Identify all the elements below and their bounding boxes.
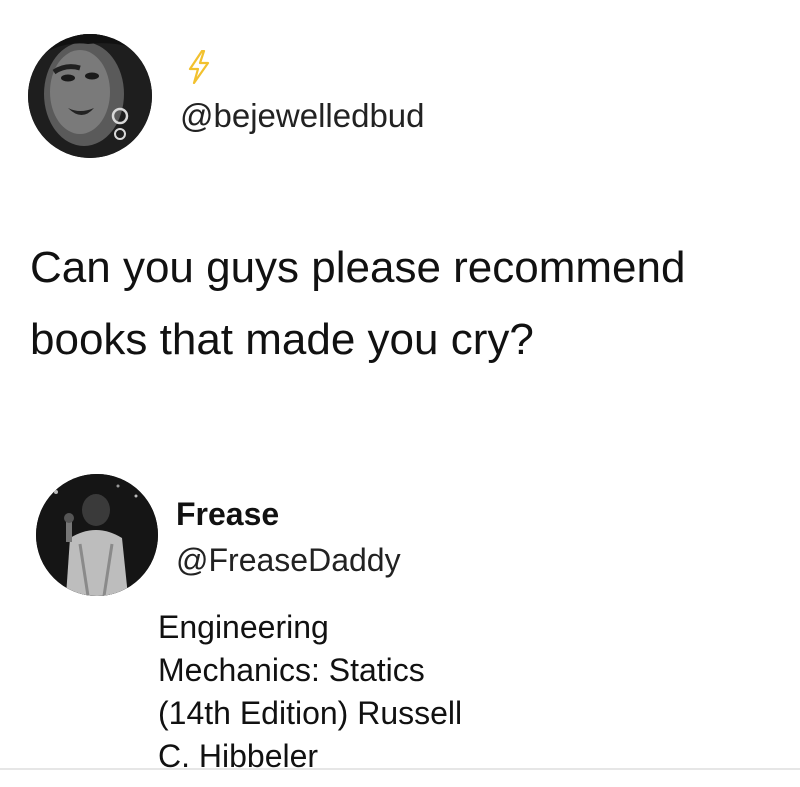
reply-author-handle[interactable]: @FreaseDaddy [176, 540, 401, 580]
reply-avatar[interactable] [36, 474, 158, 596]
reply-text: Engineering Mechanics: Statics (14th Edi… [158, 606, 578, 778]
tweet-text: Can you guys please recommend books that… [30, 243, 686, 364]
original-tweet: @bejewelledbud Can you guys please recom… [0, 0, 800, 440]
reply-text-line: C. Hibbeler [158, 738, 319, 774]
reply-text-line: Engineering [158, 609, 329, 645]
lightning-bolt-icon [188, 50, 210, 84]
avatar-photo [28, 34, 152, 158]
author-handle[interactable]: @bejewelledbud [180, 96, 425, 136]
reply-display-name[interactable]: Frease [176, 494, 279, 534]
avatar-photo [36, 474, 158, 596]
avatar[interactable] [28, 34, 152, 158]
reply-text-line: Mechanics: Statics [158, 652, 425, 688]
divider [0, 768, 800, 770]
reply-text-line: (14th Edition) Russell [158, 695, 463, 731]
